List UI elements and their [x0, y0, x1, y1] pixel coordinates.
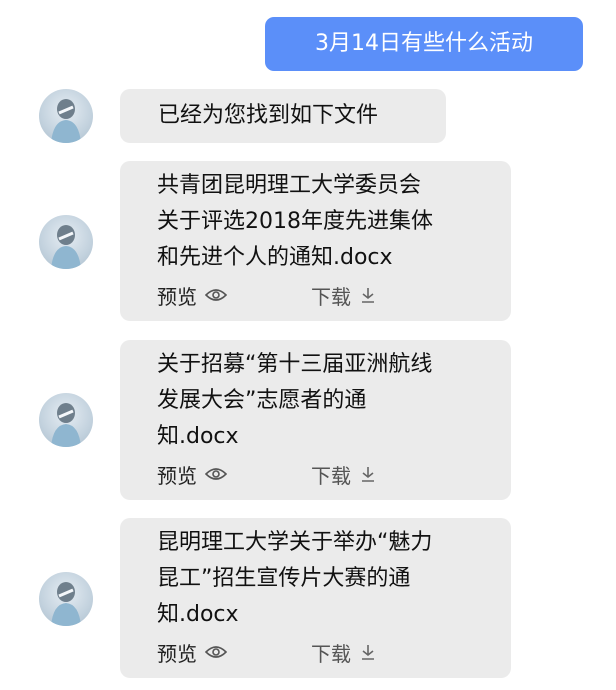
file-card: 共青团昆明理工大学委员会 关于评选2018年度先进集体 和先进个人的通知.doc… — [120, 161, 511, 321]
preview-label: 预览 — [157, 463, 197, 488]
bot-avatar — [39, 215, 93, 269]
eye-icon — [205, 645, 227, 659]
eye-icon — [205, 467, 227, 481]
file-card: 昆明理工大学关于举办“魅力 昆工”招生宣传片大赛的通 知.docx 预览 下载 — [120, 518, 511, 678]
download-button[interactable]: 下载 — [311, 637, 377, 667]
file-name: 关于招募“第十三届亚洲航线 发展大会”志愿者的通 知.docx — [157, 352, 433, 449]
download-icon — [359, 286, 377, 304]
download-button[interactable]: 下载 — [311, 459, 377, 489]
preview-button[interactable]: 预览 — [157, 637, 227, 667]
preview-label: 预览 — [157, 284, 197, 309]
bot-avatar — [39, 393, 93, 447]
preview-label: 预览 — [157, 641, 197, 666]
download-button[interactable]: 下载 — [311, 280, 377, 310]
download-label: 下载 — [311, 284, 351, 309]
eye-icon — [205, 288, 227, 302]
bot-intro-bubble: 已经为您找到如下文件 — [120, 89, 446, 143]
bot-avatar — [39, 572, 93, 626]
download-icon — [359, 643, 377, 661]
preview-button[interactable]: 预览 — [157, 459, 227, 489]
bot-avatar — [39, 89, 93, 143]
download-icon — [359, 465, 377, 483]
preview-button[interactable]: 预览 — [157, 280, 227, 310]
download-label: 下载 — [311, 641, 351, 666]
user-message-bubble: 3月14日有些什么活动 — [265, 17, 583, 71]
download-label: 下载 — [311, 463, 351, 488]
file-name: 昆明理工大学关于举办“魅力 昆工”招生宣传片大赛的通 知.docx — [157, 530, 433, 627]
file-name: 共青团昆明理工大学委员会 关于评选2018年度先进集体 和先进个人的通知.doc… — [157, 173, 433, 270]
file-card: 关于招募“第十三届亚洲航线 发展大会”志愿者的通 知.docx 预览 下载 — [120, 340, 511, 500]
